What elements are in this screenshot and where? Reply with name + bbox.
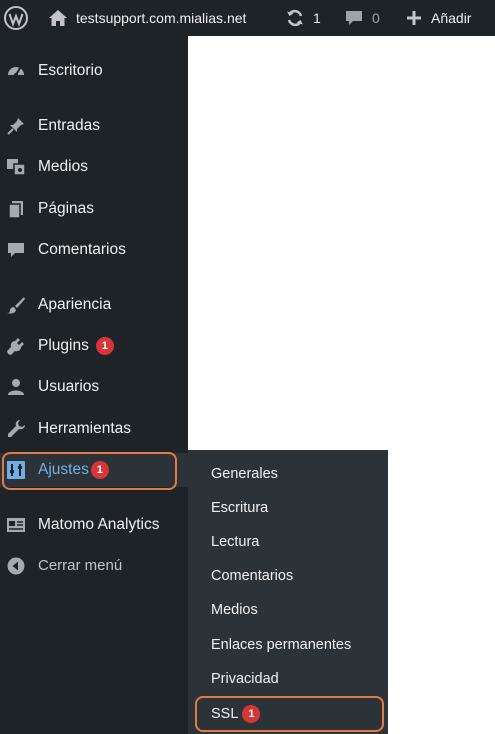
comments-count: 0 (372, 10, 380, 26)
updates-count: 1 (313, 10, 321, 26)
comments-icon (6, 240, 26, 260)
submenu-item-medios[interactable]: Medios (211, 602, 258, 618)
collapse-menu-button[interactable]: Cerrar menú (0, 549, 188, 583)
menu-item-escritorio[interactable]: Escritorio (0, 54, 188, 88)
home-icon (49, 10, 67, 26)
updates-link[interactable]: 1 (285, 0, 321, 36)
pin-icon (6, 116, 26, 136)
menu-label: Comentarios (38, 241, 126, 258)
menu-label: Cerrar menú (38, 557, 123, 574)
menu-item-herramientas[interactable]: Herramientas (0, 412, 188, 446)
comments-link[interactable]: 0 (345, 0, 380, 36)
menu-item-entradas[interactable]: Entradas (0, 109, 188, 143)
new-label: Añadir (431, 10, 472, 26)
plus-icon (407, 11, 421, 25)
collapse-icon (6, 556, 26, 576)
site-name: testsupport.com.mialias.net (76, 10, 247, 26)
plugin-icon (6, 336, 26, 356)
menu-item-matomo-analytics[interactable]: Matomo Analytics (0, 508, 188, 542)
wordpress-logo-icon (4, 6, 28, 30)
menu-label: Escritorio (38, 62, 103, 79)
ajustes-submenu: Generales Escritura Lectura Comentarios … (188, 450, 388, 734)
plugins-update-badge: 1 (95, 337, 114, 355)
new-content-link[interactable]: Añadir (405, 0, 471, 36)
submenu-item-privacidad[interactable]: Privacidad (211, 671, 279, 687)
menu-item-apariencia[interactable]: Apariencia (0, 288, 188, 322)
menu-item-paginas[interactable]: Páginas (0, 192, 188, 226)
ssl-update-badge: 1 (242, 705, 261, 723)
site-name-link[interactable]: testsupport.com.mialias.net (48, 0, 246, 36)
submenu-item-escritura[interactable]: Escritura (211, 500, 268, 516)
menu-item-medios[interactable]: Medios (0, 150, 188, 184)
media-icon (6, 157, 26, 177)
submenu-label: SSL (211, 706, 239, 722)
analytics-icon (6, 515, 26, 535)
menu-label: Apariencia (38, 296, 112, 313)
brush-icon (6, 295, 26, 315)
menu-item-ajustes[interactable]: Ajustes 1 (0, 453, 188, 487)
wrench-icon (6, 419, 26, 439)
menu-label: Herramientas (38, 420, 132, 437)
menu-label: Ajustes (38, 461, 89, 478)
submenu-item-generales[interactable]: Generales (211, 466, 278, 482)
submenu-item-comentarios[interactable]: Comentarios (211, 568, 293, 584)
submenu-item-enlaces-permanentes[interactable]: Enlaces permanentes (211, 637, 351, 653)
menu-item-usuarios[interactable]: Usuarios (0, 370, 188, 404)
comment-bubble-icon (346, 11, 362, 25)
menu-label: Plugins (38, 337, 89, 354)
menu-item-comentarios[interactable]: Comentarios (0, 233, 188, 267)
updates-icon (287, 9, 303, 27)
menu-item-plugins[interactable]: Plugins 1 (0, 329, 188, 363)
users-icon (6, 377, 26, 397)
dashboard-icon (6, 61, 26, 81)
admin-sidebar: Escritorio Entradas Medios Páginas Comen… (0, 36, 188, 734)
settings-icon (6, 460, 26, 480)
submenu-item-ssl[interactable]: SSL 1 (211, 705, 261, 723)
menu-label: Usuarios (38, 378, 100, 395)
menu-label: Medios (38, 158, 88, 175)
ajustes-update-badge: 1 (90, 461, 109, 479)
admin-bar: testsupport.com.mialias.net 1 0 Añadir (0, 0, 495, 36)
wordpress-logo-button[interactable] (3, 0, 29, 36)
menu-label: Matomo Analytics (38, 516, 160, 533)
menu-label: Entradas (38, 117, 101, 134)
pages-icon (6, 199, 26, 219)
submenu-item-lectura[interactable]: Lectura (211, 534, 259, 550)
menu-label: Páginas (38, 200, 95, 217)
